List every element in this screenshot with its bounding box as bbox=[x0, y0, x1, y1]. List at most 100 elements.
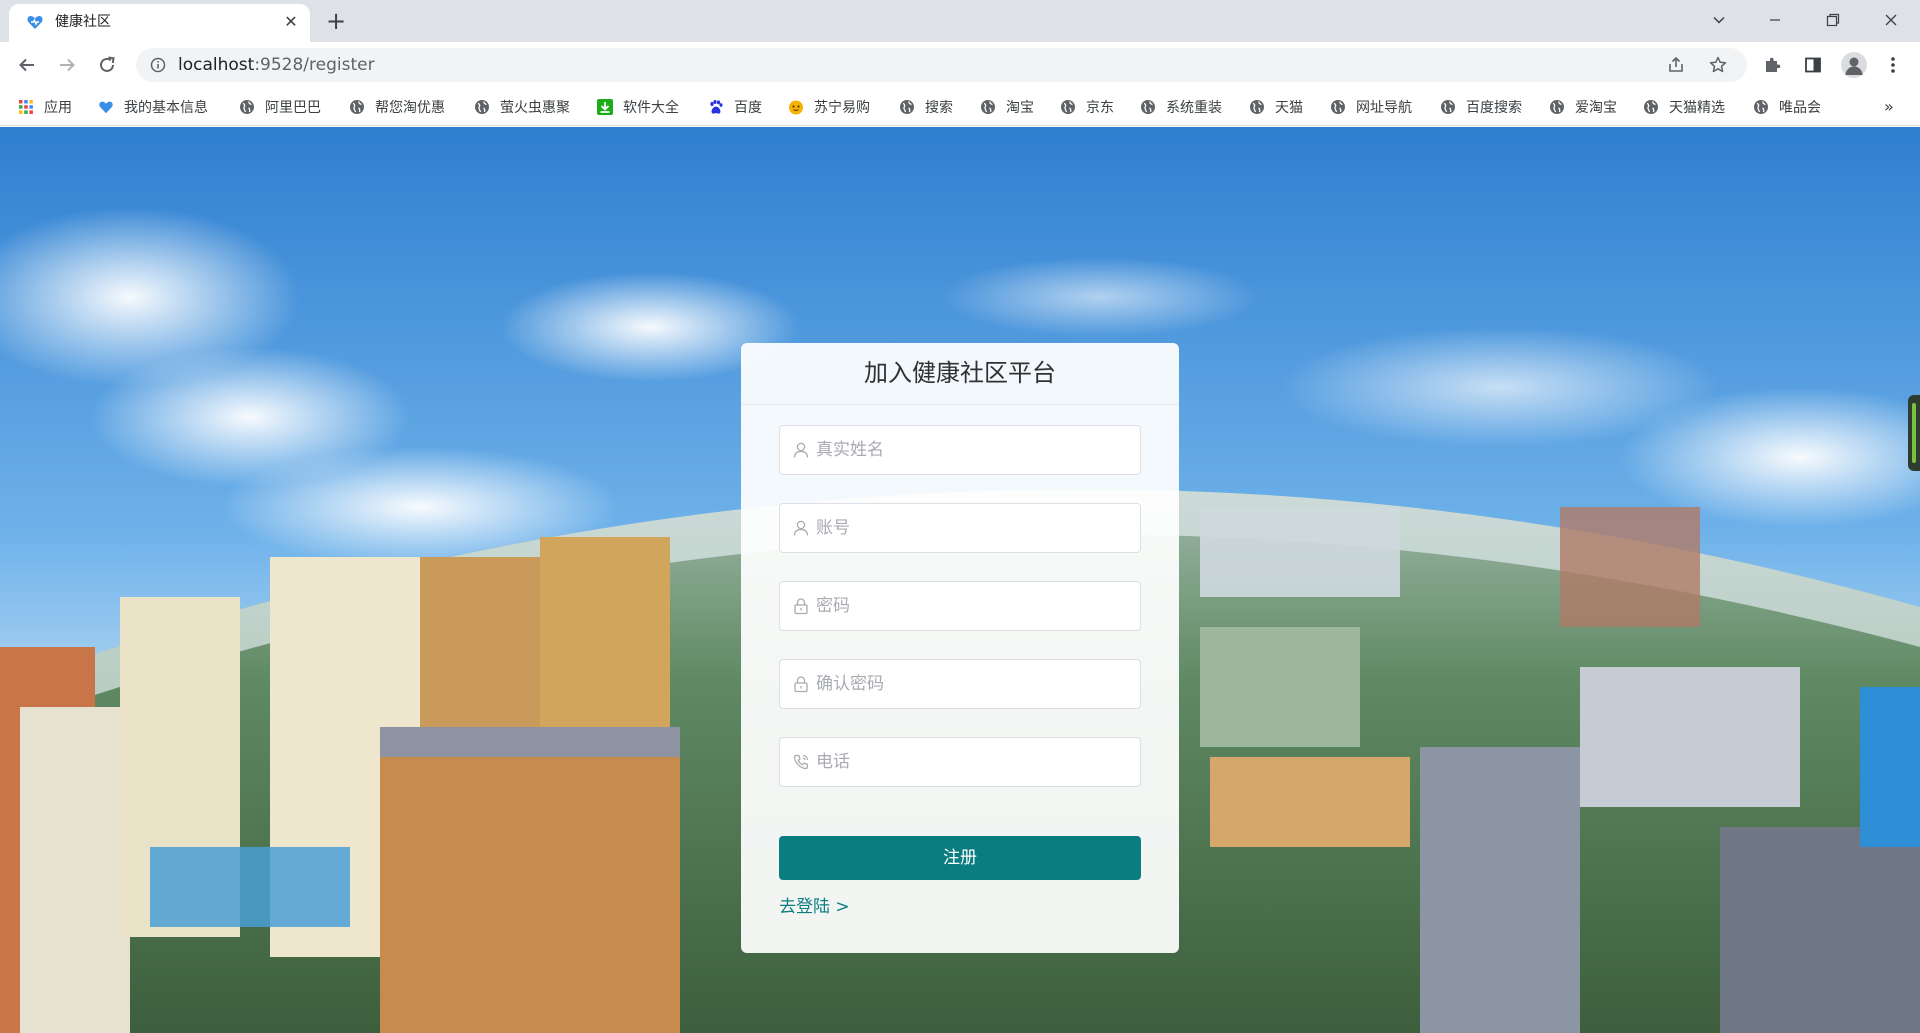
bookmark-reinstall[interactable]: 系统重装 bbox=[1140, 97, 1222, 117]
profile-avatar[interactable] bbox=[1841, 52, 1867, 78]
go-login-link[interactable]: 去登陆 > bbox=[779, 896, 850, 918]
register-page: 加入健康社区平台 注册 去登陆 > bbox=[0, 127, 1920, 1033]
extension-side-tab[interactable] bbox=[1908, 395, 1920, 471]
arrow-right-icon bbox=[60, 58, 75, 72]
real-name-input[interactable] bbox=[816, 427, 1134, 473]
address-bar[interactable]: localhost:9528/register bbox=[136, 48, 1747, 82]
bookmark-taoyouhui[interactable]: 帮您淘优惠 bbox=[349, 97, 445, 117]
bookmark-aitaobao[interactable]: 爱淘宝 bbox=[1549, 97, 1617, 117]
bookmark-label: 搜索 bbox=[925, 100, 953, 116]
bookmark-label: 苏宁易购 bbox=[814, 100, 870, 116]
bookmark-tmall-select[interactable]: 天猫精选 bbox=[1643, 97, 1725, 117]
reload-icon bbox=[100, 56, 115, 72]
account-field[interactable] bbox=[779, 503, 1141, 553]
lock-icon bbox=[794, 598, 808, 615]
bookmark-nav[interactable]: 网址导航 bbox=[1330, 97, 1412, 117]
confirm-password-input[interactable] bbox=[816, 661, 1134, 707]
password-input[interactable] bbox=[816, 583, 1134, 629]
suning-icon bbox=[789, 100, 803, 115]
register-title: 加入健康社区平台 bbox=[864, 359, 1056, 387]
bookmark-vip[interactable]: 唯品会 bbox=[1753, 97, 1821, 117]
download-icon bbox=[597, 99, 613, 115]
confirm-password-field[interactable] bbox=[779, 659, 1141, 709]
globe-icon bbox=[1061, 100, 1075, 114]
browser-tab[interactable]: 健康社区 ✕ bbox=[9, 4, 310, 42]
minimize-button[interactable] bbox=[1752, 0, 1798, 40]
browser-tab-strip: 健康社区 ✕ + bbox=[0, 0, 1920, 42]
register-button[interactable]: 注册 bbox=[779, 836, 1141, 880]
bookmark-alibaba[interactable]: 阿里巴巴 bbox=[239, 97, 321, 117]
bookmark-label: 百度 bbox=[734, 100, 762, 116]
reload-button[interactable] bbox=[92, 50, 122, 80]
bookmark-label: 天猫 bbox=[1275, 100, 1303, 116]
more-vertical-icon[interactable] bbox=[1883, 55, 1903, 75]
chevron-down-icon bbox=[1713, 16, 1725, 24]
bookmark-label: 天猫精选 bbox=[1669, 100, 1725, 116]
globe-icon bbox=[1250, 100, 1264, 114]
minimize-icon bbox=[1770, 19, 1780, 21]
bookmark-label: 萤火虫惠聚 bbox=[500, 100, 570, 116]
globe-icon bbox=[1644, 100, 1658, 114]
bookmark-label: 帮您淘优惠 bbox=[375, 100, 445, 116]
bookmarks-overflow-button[interactable]: » bbox=[1884, 97, 1894, 116]
lock-icon bbox=[794, 676, 808, 693]
bookmark-baidu-search[interactable]: 百度搜索 bbox=[1440, 97, 1522, 117]
bookmark-search[interactable]: 搜索 bbox=[899, 97, 953, 117]
url-host: localhost bbox=[178, 55, 255, 75]
url-text[interactable]: localhost:9528/register bbox=[178, 55, 375, 75]
bookmark-label: 爱淘宝 bbox=[1575, 100, 1617, 116]
bookmark-label: 我的基本信息 bbox=[124, 100, 208, 116]
close-window-button[interactable] bbox=[1868, 0, 1914, 40]
heart-logo-icon bbox=[99, 101, 113, 114]
bookmark-label: 软件大全 bbox=[623, 100, 679, 116]
globe-icon bbox=[1550, 100, 1564, 114]
bookmark-jd[interactable]: 京东 bbox=[1060, 97, 1114, 117]
phone-icon bbox=[793, 754, 809, 770]
phone-field[interactable] bbox=[779, 737, 1141, 787]
bookmark-label: 京东 bbox=[1086, 100, 1114, 116]
tab-close-icon[interactable]: ✕ bbox=[281, 12, 301, 32]
restore-button[interactable] bbox=[1810, 0, 1856, 40]
bookmarks-bar: 应用 我的基本信息 阿里巴巴 帮您淘优惠 萤火虫惠聚 软件大全 百度 苏宁易购 … bbox=[0, 88, 1920, 126]
account-input[interactable] bbox=[816, 505, 1134, 551]
url-path: :9528/register bbox=[254, 55, 375, 75]
bookmark-label: 阿里巴巴 bbox=[265, 100, 321, 116]
back-button[interactable] bbox=[12, 50, 42, 80]
bookmark-yinghuochong[interactable]: 萤火虫惠聚 bbox=[474, 97, 570, 117]
user-icon bbox=[793, 520, 809, 536]
forward-button[interactable] bbox=[52, 50, 82, 80]
bookmark-label: 系统重装 bbox=[1166, 100, 1222, 116]
phone-input[interactable] bbox=[816, 739, 1134, 785]
side-panel-icon[interactable] bbox=[1803, 55, 1823, 75]
bookmark-baidu[interactable]: 百度 bbox=[708, 97, 762, 117]
bookmark-taobao[interactable]: 淘宝 bbox=[980, 97, 1034, 117]
arrow-left-icon bbox=[19, 58, 34, 72]
share-icon[interactable] bbox=[1666, 55, 1686, 75]
bookmark-suning[interactable]: 苏宁易购 bbox=[788, 97, 870, 117]
tab-title: 健康社区 bbox=[55, 14, 111, 30]
apps-grid-icon bbox=[19, 100, 33, 114]
bookmark-software[interactable]: 软件大全 bbox=[597, 97, 679, 117]
bookmark-label: 网址导航 bbox=[1356, 100, 1412, 116]
globe-icon bbox=[1754, 100, 1768, 114]
tab-search-button[interactable] bbox=[1696, 0, 1742, 40]
globe-icon bbox=[240, 100, 254, 114]
extensions-puzzle-icon[interactable] bbox=[1762, 55, 1782, 75]
register-card-header: 加入健康社区平台 bbox=[741, 343, 1179, 405]
browser-toolbar: localhost:9528/register bbox=[0, 42, 1920, 88]
bookmark-apps[interactable]: 应用 bbox=[18, 97, 72, 117]
person-icon bbox=[1845, 57, 1863, 75]
user-icon bbox=[793, 442, 809, 458]
new-tab-button[interactable]: + bbox=[322, 8, 350, 36]
bookmark-tmall[interactable]: 天猫 bbox=[1249, 97, 1303, 117]
info-icon[interactable] bbox=[150, 57, 166, 73]
bookmark-star-icon[interactable] bbox=[1708, 55, 1728, 75]
close-icon bbox=[1885, 14, 1897, 26]
bookmark-my-info[interactable]: 我的基本信息 bbox=[98, 97, 208, 117]
globe-icon bbox=[1331, 100, 1345, 114]
globe-icon bbox=[1441, 100, 1455, 114]
bookmark-label: 百度搜索 bbox=[1466, 100, 1522, 116]
password-field[interactable] bbox=[779, 581, 1141, 631]
real-name-field[interactable] bbox=[779, 425, 1141, 475]
heart-logo-icon bbox=[27, 16, 43, 29]
